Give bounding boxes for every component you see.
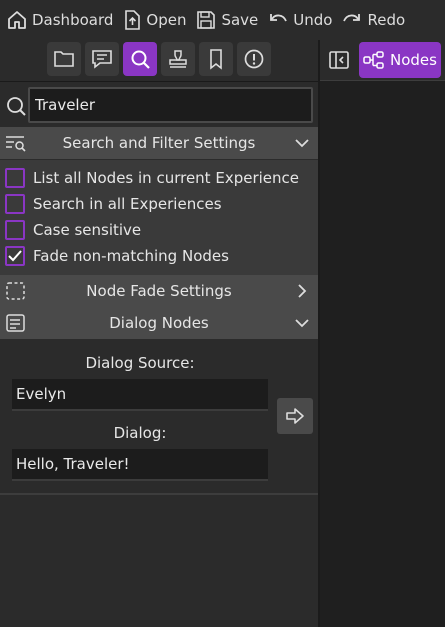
redo-icon [343,14,361,22]
node-fade-settings-header[interactable]: Node Fade Settings [0,275,318,307]
dialog-source-field[interactable]: Evelyn [12,379,268,411]
open-label: Open [146,11,187,29]
tool-stamp-button[interactable] [161,42,195,76]
option-label: List all Nodes in current Experience [33,169,299,187]
undo-icon [270,14,288,22]
tool-search-button[interactable] [123,42,157,76]
option-fade-non-matching[interactable]: Fade non-matching Nodes [5,244,229,268]
option-search-all-experiences[interactable]: Search in all Experiences [5,192,222,216]
chevron-down-icon [295,139,309,148]
chevron-down-icon [295,319,309,328]
option-list-all-nodes[interactable]: List all Nodes in current Experience [5,166,299,190]
tool-comment-button[interactable] [85,42,119,76]
chevron-right-icon [298,284,307,298]
nodes-tab-label: Nodes [390,51,437,69]
dialog-nodes-title: Dialog Nodes [109,314,209,332]
dialog-label: Dialog: [113,424,167,442]
dialog-source-value: Evelyn [16,385,67,403]
dialog-text-value: Hello, Traveler! [16,455,130,473]
sidebar-collapse-icon [329,51,349,69]
dialog-text-field[interactable]: Hello, Traveler! [12,449,268,481]
empty-panel-area [0,495,318,627]
top-toolbar: Dashboard Open Save Undo Redo [0,0,445,40]
dialog-source-label: Dialog Source: [85,354,195,372]
undo-label: Undo [293,11,333,29]
alert-icon [244,49,264,69]
folder-icon [54,51,74,67]
graph-nodes-icon [363,51,384,69]
node-canvas[interactable] [320,81,445,627]
save-icon [197,11,216,29]
document-lines-icon [6,314,25,332]
dashboard-label: Dashboard [32,11,114,29]
checkbox[interactable] [5,194,25,214]
checkbox[interactable] [5,220,25,240]
redo-button[interactable]: Redo [335,0,408,40]
file-upload-icon [125,10,141,30]
tool-bookmark-button[interactable] [199,42,233,76]
nodes-tab-button[interactable]: Nodes [359,42,441,78]
save-label: Save [221,11,259,29]
tool-folder-button[interactable] [47,42,81,76]
option-label: Case sensitive [33,221,142,239]
checkmark-icon [8,250,22,262]
stamp-icon [169,50,187,68]
bookmark-icon [210,49,222,70]
save-button[interactable]: Save [189,0,261,40]
dialog-nodes-header[interactable]: Dialog Nodes [0,307,318,339]
search-icon [131,50,150,69]
panel-splitter[interactable] [318,40,320,627]
collapse-panel-button[interactable] [326,47,352,73]
option-case-sensitive[interactable]: Case sensitive [5,218,141,242]
search-input[interactable] [28,87,313,123]
arrow-right-icon [286,408,304,424]
redo-label: Redo [367,11,406,29]
search-field-icon [7,97,26,116]
dashboard-button[interactable]: Dashboard [0,0,116,40]
checkbox[interactable] [5,168,25,188]
go-to-node-button[interactable] [277,398,313,434]
undo-button[interactable]: Undo [261,0,335,40]
dashed-selection-icon [6,282,25,300]
tool-alert-button[interactable] [237,42,271,76]
option-label: Search in all Experiences [33,195,222,213]
checkbox-checked[interactable] [5,246,25,266]
filter-list-icon [6,136,26,152]
option-label: Fade non-matching Nodes [33,247,229,265]
filter-settings-header[interactable]: Search and Filter Settings [0,127,318,159]
home-icon [8,11,26,29]
comment-icon [92,50,112,69]
open-button[interactable]: Open [116,0,189,40]
node-fade-settings-title: Node Fade Settings [86,282,232,300]
filter-settings-title: Search and Filter Settings [62,134,256,152]
